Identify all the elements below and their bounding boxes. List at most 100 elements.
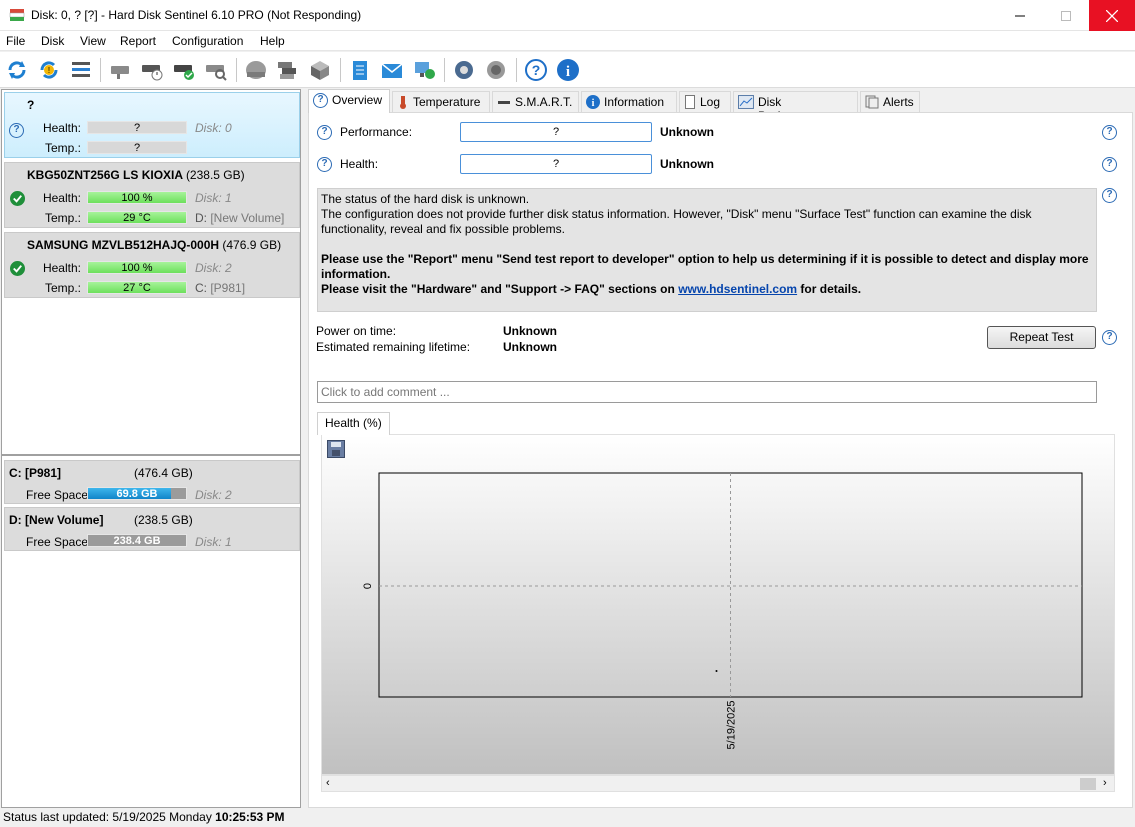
- toolbar: ! ? i: [0, 52, 1135, 88]
- scroll-left-arrow[interactable]: ‹: [326, 777, 330, 789]
- menu-view[interactable]: View: [80, 34, 106, 48]
- smart-bar-icon: [498, 101, 510, 104]
- minimize-icon: [1015, 15, 1025, 16]
- disk-card-0[interactable]: ? ? Health: ? Disk: 0 Temp.: ?: [4, 92, 300, 158]
- network-button[interactable]: [410, 56, 438, 84]
- disk-name: ?: [27, 98, 35, 112]
- disk-cube-icon: [311, 61, 329, 80]
- health-label: Health:: [340, 157, 379, 171]
- tab-smart[interactable]: S.M.A.R.T.: [492, 91, 579, 112]
- performance-field: ?: [460, 122, 652, 142]
- tab-alerts[interactable]: Alerts: [860, 91, 920, 112]
- help-icon[interactable]: ?: [317, 125, 332, 140]
- overview-icon: ?: [313, 93, 328, 108]
- disk-cube-button[interactable]: [306, 56, 334, 84]
- info-icon: i: [586, 95, 600, 109]
- document-icon: [685, 95, 695, 109]
- tab-overview[interactable]: ? Overview: [308, 89, 390, 113]
- temp-bar: 27 °C: [87, 281, 187, 294]
- health-label: Health:: [42, 121, 81, 135]
- sound-button[interactable]: [482, 56, 510, 84]
- mail-icon: [381, 63, 403, 78]
- status-text: Status last updated: 5/19/2025 Monday: [3, 810, 216, 824]
- info-button[interactable]: i: [554, 56, 582, 84]
- menu-help[interactable]: Help: [260, 34, 285, 48]
- menu-disk[interactable]: Disk: [41, 34, 64, 48]
- tab-label: Information: [604, 95, 665, 109]
- gear-icon: [455, 61, 473, 79]
- tab-temperature[interactable]: Temperature: [392, 91, 490, 112]
- disk-gray-button[interactable]: [106, 56, 134, 84]
- settings-button[interactable]: [450, 56, 478, 84]
- info-icon: i: [557, 59, 579, 81]
- menu-report[interactable]: Report: [120, 34, 156, 48]
- disk-card-2[interactable]: SAMSUNG MZVLB512HAJQ-000H (476.9 GB) Hea…: [4, 232, 300, 298]
- disk-search-button[interactable]: [202, 56, 230, 84]
- svg-text:?: ?: [532, 62, 541, 78]
- title-bar: Disk: 0, ? [?] - Hard Disk Sentinel 6.10…: [0, 0, 1135, 31]
- help-button[interactable]: ?: [522, 56, 550, 84]
- message-line: The status of the hard disk is unknown.: [321, 192, 530, 206]
- alerts-icon: [865, 95, 879, 109]
- status-message-box: The status of the hard disk is unknown. …: [317, 188, 1097, 312]
- help-icon[interactable]: ?: [1102, 125, 1117, 140]
- health-chart: 0 5/19/2025: [321, 434, 1115, 775]
- help-icon[interactable]: ?: [1102, 188, 1117, 203]
- message-line: The configuration does not provide furth…: [321, 207, 1032, 236]
- tab-label: S.M.A.R.T.: [515, 95, 573, 109]
- health-bar: 100 %: [87, 261, 187, 274]
- chart-svg: 0 5/19/2025: [362, 472, 1083, 749]
- maximize-icon: [1061, 10, 1071, 21]
- toolbar-separator: [340, 58, 341, 82]
- volume-size: (476.4 GB): [134, 466, 193, 480]
- disk-size: (238.5 GB): [185, 168, 245, 182]
- chart-scrollbar[interactable]: ‹ ›: [321, 775, 1115, 792]
- pane-splitter[interactable]: [2, 454, 300, 456]
- volume-card-c[interactable]: C: [P981] (476.4 GB) Free Space 69.8 GB …: [4, 460, 300, 504]
- tab-label: Log: [700, 95, 721, 109]
- temp-label: Temp.:: [44, 281, 81, 295]
- disk-number: Disk: 1: [195, 535, 232, 549]
- disk-number: Disk: 2: [195, 488, 232, 502]
- tab-disk-performance[interactable]: Disk Performance: [733, 91, 858, 123]
- disk-list-pane: ? ? Health: ? Disk: 0 Temp.: ? KBG50ZNT2…: [1, 89, 301, 808]
- window-title: Disk: 0, ? [?] - Hard Disk Sentinel 6.10…: [31, 8, 362, 22]
- maximize-button[interactable]: [1043, 0, 1089, 31]
- tab-health-chart[interactable]: Health (%): [317, 412, 390, 435]
- disk-round-button[interactable]: [242, 56, 270, 84]
- menu-configuration[interactable]: Configuration: [172, 34, 243, 48]
- scroll-right-arrow[interactable]: ›: [1103, 777, 1107, 789]
- report-button[interactable]: [346, 56, 374, 84]
- refresh-button[interactable]: [3, 56, 31, 84]
- minimize-button[interactable]: [997, 0, 1043, 31]
- help-icon[interactable]: ?: [317, 157, 332, 172]
- help-icon[interactable]: ?: [1102, 157, 1117, 172]
- disk-round-icon: [246, 61, 266, 79]
- comment-input[interactable]: Click to add comment ...: [317, 381, 1097, 403]
- lifetime-value: Unknown: [503, 340, 557, 354]
- website-link[interactable]: www.hdsentinel.com: [678, 282, 797, 296]
- tab-information[interactable]: i Information: [581, 91, 677, 112]
- repeat-test-button[interactable]: Repeat Test: [987, 326, 1096, 349]
- disk-clock-icon: [142, 65, 163, 81]
- disk-card-1[interactable]: KBG50ZNT256G LS KIOXIA (238.5 GB) Health…: [4, 162, 300, 228]
- plot-frame: [378, 472, 1083, 698]
- health-bar: 100 %: [87, 191, 187, 204]
- tab-log[interactable]: Log: [679, 91, 731, 112]
- help-icon[interactable]: ?: [1102, 330, 1117, 345]
- close-button[interactable]: [1089, 0, 1135, 31]
- disks-button[interactable]: [274, 56, 302, 84]
- scroll-thumb[interactable]: [1080, 778, 1096, 790]
- health-label: Health:: [42, 191, 81, 205]
- thermometer-icon: [400, 96, 406, 109]
- toolbar-separator: [100, 58, 101, 82]
- volume-card-d[interactable]: D: [New Volume] (238.5 GB) Free Space 23…: [4, 507, 300, 551]
- refresh-warning-button[interactable]: !: [35, 56, 63, 84]
- disk-clock-button[interactable]: [138, 56, 166, 84]
- mail-button[interactable]: [378, 56, 406, 84]
- health-bar: ?: [87, 121, 187, 134]
- disk-list-button[interactable]: [67, 56, 95, 84]
- tab-label: Alerts: [883, 95, 914, 109]
- menu-file[interactable]: File: [6, 34, 25, 48]
- disk-check-button[interactable]: [170, 56, 198, 84]
